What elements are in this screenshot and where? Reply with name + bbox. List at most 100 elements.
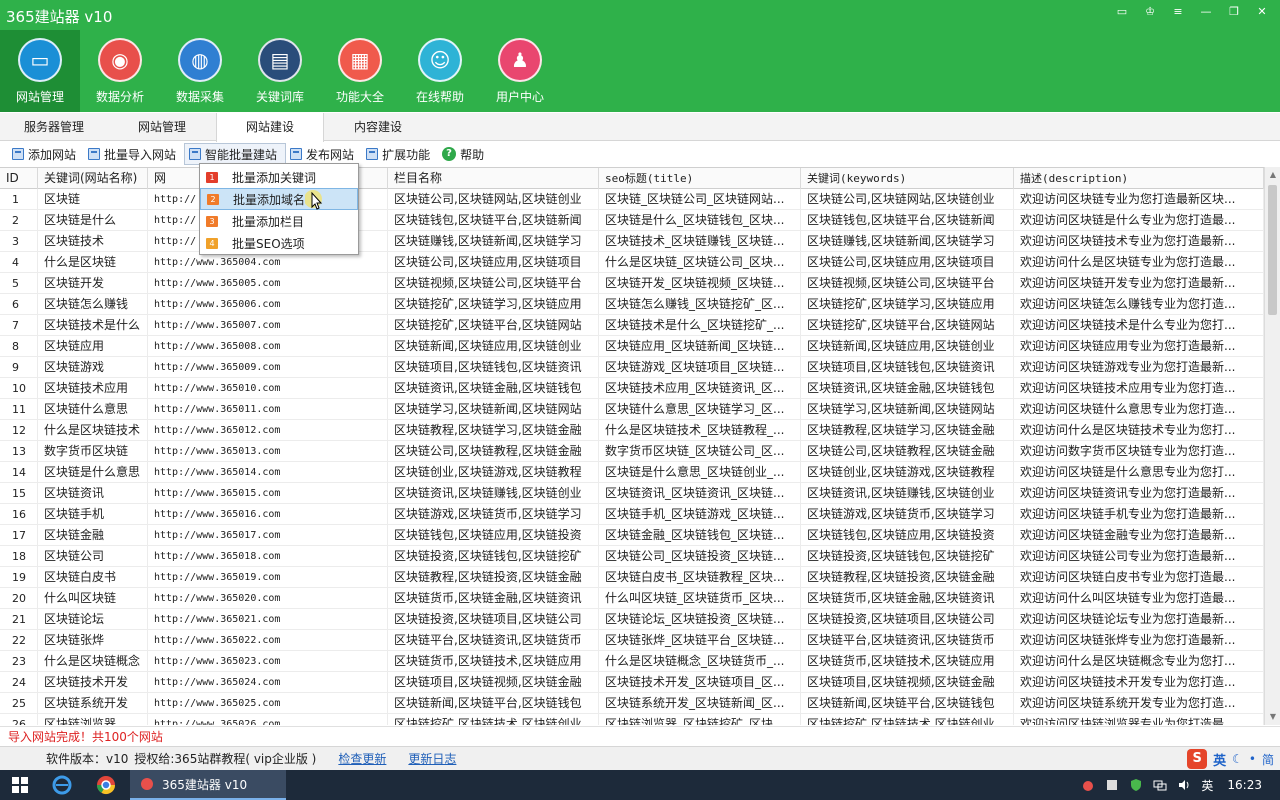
input-language[interactable]: 英 [1201, 777, 1213, 794]
menu-icon[interactable]: ≡ [1168, 4, 1188, 20]
cell-column-name: 区块链资讯,区块链金融,区块链钱包 [388, 378, 599, 399]
shield-icon[interactable] [1129, 778, 1143, 792]
table-row[interactable]: 19 区块链白皮书 http://www.365019.com 区块链教程,区块链投资… [0, 567, 1264, 588]
cell-keyword: 什么是区块链 [38, 252, 148, 273]
tab-site-building[interactable]: 网站建设 [216, 113, 324, 142]
column-header-keywords[interactable]: 关键词(keywords) [801, 168, 1014, 189]
skin-icon[interactable]: ▭ [1112, 4, 1132, 20]
cell-seo-title: 区块链资讯_区块链资讯_区块链... [599, 483, 801, 504]
nav-keyword-library[interactable]: ▤ 关键词库 [240, 30, 320, 112]
cell-column-name: 区块链资讯,区块链赚钱,区块链创业 [388, 483, 599, 504]
publish-site-button[interactable]: 发布网站 [286, 143, 362, 165]
smart-batch-build-button[interactable]: 智能批量建站 [184, 143, 287, 165]
cell-seo-title: 区块链系统开发_区块链新闻_区... [599, 693, 801, 714]
cell-seo-title: 区块链是什么_区块链钱包_区块... [599, 210, 801, 231]
nav-data-analysis[interactable]: ◉ 数据分析 [80, 30, 160, 112]
menu-item-batch-add-columns[interactable]: 3 批量添加栏目 [200, 210, 358, 232]
vertical-scrollbar[interactable]: ▲ ▼ [1264, 167, 1280, 725]
table-row[interactable]: 17 区块链金融 http://www.365017.com 区块链钱包,区块链应用,… [0, 525, 1264, 546]
sogou-ime-icon[interactable]: S [1187, 749, 1208, 769]
simplified-icon[interactable]: 简 [1262, 751, 1274, 768]
table-row[interactable]: 3 区块链技术 http://区块链赚钱,区块链新闻,区块链学习 区块链技术_区块链赚… [0, 231, 1264, 252]
minimize-button[interactable]: — [1196, 4, 1216, 20]
table-row[interactable]: 26 区块链浏览器 http://www.365026.com 区块链挖矿,区块链技术… [0, 714, 1264, 725]
table-row[interactable]: 21 区块链论坛 http://www.365021.com 区块链投资,区块链项目,… [0, 609, 1264, 630]
nav-site-management[interactable]: ▭ 网站管理 [0, 30, 80, 112]
nav-all-functions[interactable]: ▦ 功能大全 [320, 30, 400, 112]
status-message: 导入网站完成！共100个网站 [0, 726, 1280, 746]
table-row[interactable]: 15 区块链资讯 http://www.365015.com 区块链资讯,区块链赚钱,… [0, 483, 1264, 504]
taskbar-chrome[interactable] [84, 770, 128, 800]
table-row[interactable]: 23 什么是区块链概念 http://www.365023.com 区块链货币,区块链… [0, 651, 1264, 672]
network-icon[interactable] [1153, 778, 1167, 792]
table-row[interactable]: 24 区块链技术开发 http://www.365024.com 区块链项目,区块链视… [0, 672, 1264, 693]
add-site-button[interactable]: 添加网站 [8, 143, 84, 165]
button-label: 扩展功能 [382, 147, 431, 162]
cell-id: 6 [0, 294, 38, 315]
tab-site-management[interactable]: 网站管理 [108, 113, 216, 141]
scroll-thumb[interactable] [1268, 185, 1277, 315]
scroll-up-icon[interactable]: ▲ [1265, 167, 1280, 183]
volume-icon[interactable] [1177, 778, 1191, 792]
table-row[interactable]: 4 什么是区块链 http://www.365004.com 区块链公司,区块链应用,… [0, 252, 1264, 273]
apple-app-icon[interactable] [1081, 778, 1095, 792]
cell-id: 13 [0, 441, 38, 462]
ime-language-toggle[interactable]: 英 [1213, 750, 1226, 769]
menu-item-batch-add-domains[interactable]: 2 批量添加域名 [200, 188, 358, 210]
number-badge-icon: 3 [206, 215, 218, 227]
cell-keywords: 区块链视频,区块链公司,区块链平台 [801, 273, 1014, 294]
table-row[interactable]: 18 区块链公司 http://www.365018.com 区块链投资,区块链钱包,… [0, 546, 1264, 567]
table-row[interactable]: 5 区块链开发 http://www.365005.com 区块链视频,区块链公司,区… [0, 273, 1264, 294]
nav-data-collection[interactable]: ◍ 数据采集 [160, 30, 240, 112]
table-row[interactable]: 14 区块链是什么意思 http://www.365014.com 区块链创业,区块链… [0, 462, 1264, 483]
cell-seo-title: 区块链技术应用_区块链资讯_区... [599, 378, 801, 399]
taskbar-window-365[interactable]: 365建站器 v10 [130, 770, 286, 800]
clock[interactable]: 16:23 [1227, 778, 1262, 792]
cell-keyword: 什么是区块链技术 [38, 420, 148, 441]
menu-item-batch-seo-options[interactable]: 4 批量SEO选项 [200, 232, 358, 254]
table-row[interactable]: 9 区块链游戏 http://www.365009.com 区块链项目,区块链钱包,区… [0, 357, 1264, 378]
table-row[interactable]: 12 什么是区块链技术 http://www.365012.com 区块链教程,区块链… [0, 420, 1264, 441]
table-row[interactable]: 1 区块链 http://区块链公司,区块链网站,区块链创业 区块链_区块链公司_区块… [0, 189, 1264, 210]
table-row[interactable]: 8 区块链应用 http://www.365008.com 区块链新闻,区块链应用,区… [0, 336, 1264, 357]
column-header-column-name[interactable]: 栏目名称 [388, 168, 599, 189]
scroll-down-icon[interactable]: ▼ [1265, 709, 1280, 725]
menu-item-batch-add-keywords[interactable]: 1 批量添加关键词 [200, 166, 358, 188]
table-row[interactable]: 7 区块链技术是什么 http://www.365007.com 区块链挖矿,区块链平… [0, 315, 1264, 336]
table-row[interactable]: 16 区块链手机 http://www.365016.com 区块链游戏,区块链货币,… [0, 504, 1264, 525]
punctuation-icon[interactable]: • [1249, 752, 1256, 766]
extend-function-button[interactable]: 扩展功能 [362, 143, 438, 165]
changelog-link[interactable]: 更新日志 [408, 750, 456, 767]
table-row[interactable]: 2 区块链是什么 http://区块链钱包,区块链平台,区块链新闻 区块链是什么_区块… [0, 210, 1264, 231]
batch-import-button[interactable]: 批量导入网站 [84, 143, 184, 165]
cell-id: 26 [0, 714, 38, 725]
tab-server-management[interactable]: 服务器管理 [0, 113, 108, 141]
table-row[interactable]: 6 区块链怎么赚钱 http://www.365006.com 区块链挖矿,区块链学习… [0, 294, 1264, 315]
table-row[interactable]: 13 数字货币区块链 http://www.365013.com 区块链公司,区块链教… [0, 441, 1264, 462]
column-header-keyword[interactable]: 关键词(网站名称) [38, 168, 148, 189]
table-row[interactable]: 10 区块链技术应用 http://www.365010.com 区块链资讯,区块链金… [0, 378, 1264, 399]
close-button[interactable]: ✕ [1252, 4, 1272, 20]
column-header-id[interactable]: ID [0, 168, 38, 189]
cell-keywords: 区块链赚钱,区块链新闻,区块链学习 [801, 231, 1014, 252]
theme-icon[interactable]: ♔ [1140, 4, 1160, 20]
cell-keywords: 区块链货币,区块链技术,区块链应用 [801, 651, 1014, 672]
maximize-button[interactable]: ❐ [1224, 4, 1244, 20]
table-row[interactable]: 22 区块链张烨 http://www.365022.com 区块链平台,区块链资讯,… [0, 630, 1264, 651]
moon-icon[interactable]: ☾ [1232, 752, 1243, 766]
cell-description: 欢迎访问什么是区块链专业为您打造最... [1014, 252, 1264, 273]
tab-content-building[interactable]: 内容建设 [324, 113, 432, 141]
nav-user-center[interactable]: ♟ 用户中心 [480, 30, 560, 112]
table-row[interactable]: 11 区块链什么意思 http://www.365011.com 区块链学习,区块链新… [0, 399, 1264, 420]
table-row[interactable]: 25 区块链系统开发 http://www.365025.com 区块链新闻,区块链平… [0, 693, 1264, 714]
cell-column-name: 区块链货币,区块链技术,区块链应用 [388, 651, 599, 672]
table-row[interactable]: 20 什么叫区块链 http://www.365020.com 区块链货币,区块链金融… [0, 588, 1264, 609]
taskbar-ie[interactable] [40, 770, 84, 800]
start-button[interactable] [0, 770, 40, 800]
check-update-link[interactable]: 检查更新 [338, 750, 386, 767]
help-button[interactable]: ? 帮助 [438, 143, 492, 165]
column-header-description[interactable]: 描述(description) [1014, 168, 1264, 189]
table-app-icon[interactable] [1105, 778, 1119, 792]
column-header-seo-title[interactable]: seo标题(title) [599, 168, 801, 189]
nav-online-help[interactable]: ☺ 在线帮助 [400, 30, 480, 112]
